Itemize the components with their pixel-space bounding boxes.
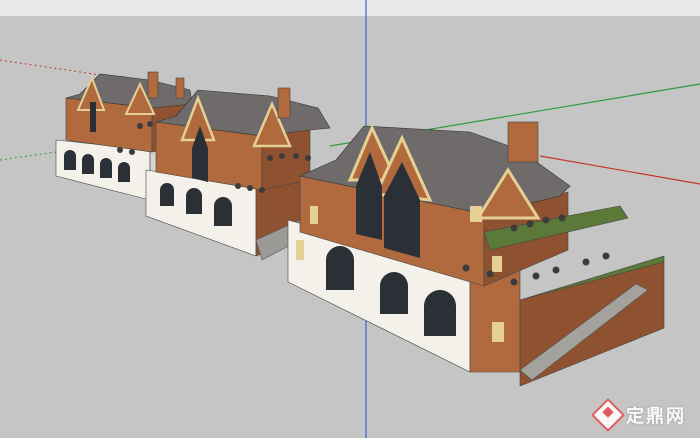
building-3[interactable] (287, 121, 665, 387)
3d-viewport[interactable]: 定鼎网 (0, 0, 700, 438)
diamond-logo-icon (591, 398, 625, 432)
red-axis (539, 155, 700, 185)
scene-canvas[interactable] (0, 0, 700, 438)
watermark-text: 定鼎网 (626, 406, 686, 427)
watermark: 定鼎网 (591, 398, 686, 432)
